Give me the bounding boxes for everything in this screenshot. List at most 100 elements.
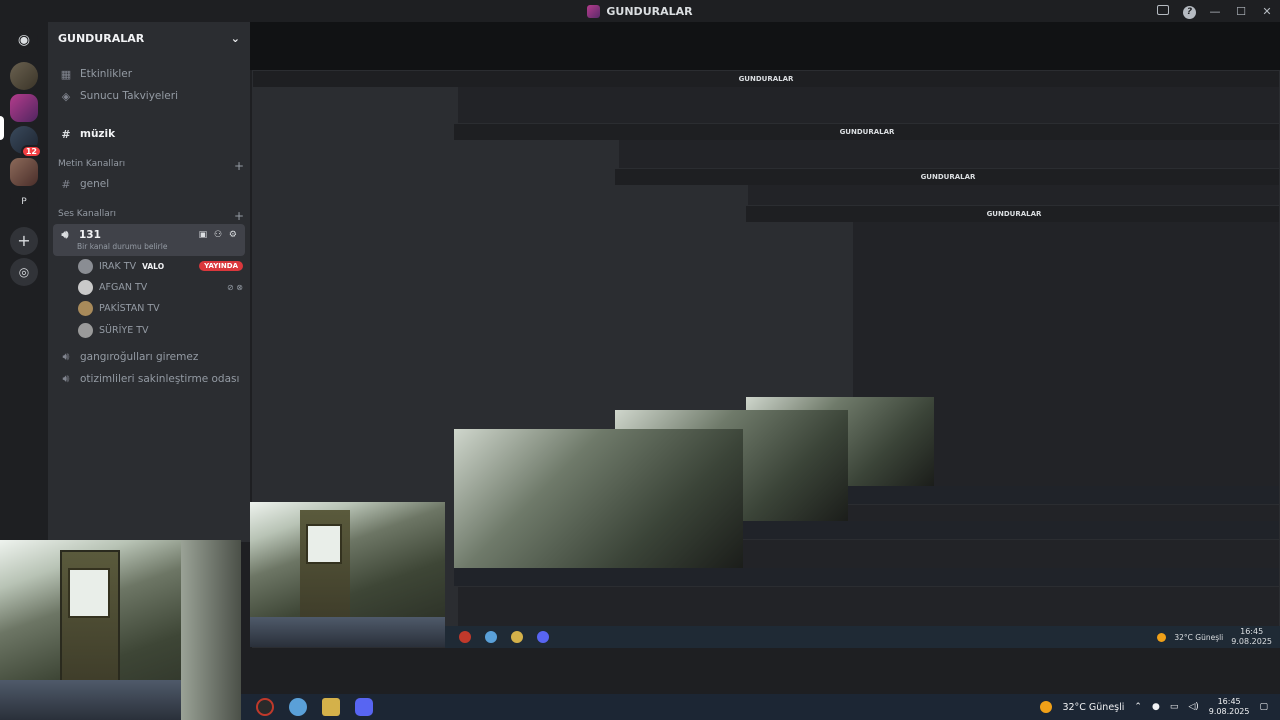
- activity-label: VALO: [142, 261, 165, 271]
- floor: [250, 617, 445, 647]
- voice-channel[interactable]: 🔊︎ otizimlileri sakinleştirme odası: [54, 369, 244, 389]
- voice-channel-131[interactable]: 🔊︎ 131 ▣ ⚇ ⚙ Bir kanal durumu belirle: [53, 224, 245, 256]
- main-area-top: [250, 22, 1280, 70]
- app-icon: [485, 631, 497, 643]
- microphone-icon[interactable]: ●: [1152, 702, 1160, 712]
- window: [306, 524, 342, 564]
- channel-label: müzik: [80, 128, 116, 140]
- avatar: [78, 258, 93, 274]
- server-icon: [587, 4, 601, 18]
- boost-icon: ◈: [61, 89, 71, 103]
- voice-member[interactable]: IRAK TV VALO YAYINDA: [78, 256, 243, 276]
- minimize-button[interactable]: —: [1202, 5, 1228, 18]
- nested-date: 9.08.2025: [1231, 637, 1272, 646]
- channel-genel[interactable]: # genel: [54, 174, 244, 194]
- stream-recursion-2: GUNDURALAR GUNDURALAR GUNDURALAR: [453, 123, 1279, 587]
- active-guild-indicator: [0, 116, 4, 140]
- inbox-icon[interactable]: [1150, 4, 1176, 18]
- plus-icon[interactable]: +: [234, 209, 244, 223]
- speaker-icon: 🔊︎: [61, 228, 69, 241]
- nested-time: 16:45: [1240, 627, 1264, 636]
- voice-member[interactable]: AFGAN TV ⊘ ⊗: [78, 277, 243, 297]
- date: 9.08.2025: [1208, 707, 1250, 716]
- sidebar-item-server-boosts[interactable]: ◈ Sunucu Takviyeleri: [54, 86, 244, 106]
- category-text-channels[interactable]: Metin Kanalları +: [58, 159, 244, 173]
- nested-title-bar: GUNDURALAR: [746, 206, 1279, 222]
- guild-avatar[interactable]: [10, 62, 38, 90]
- hash-icon: #: [61, 127, 71, 141]
- network-icon[interactable]: ▭: [1170, 702, 1179, 712]
- nested-tray: 32°C Güneşli 16:45 9.08.2025: [1157, 627, 1280, 647]
- maximize-button[interactable]: ☐: [1228, 5, 1254, 18]
- sidebar-item-label: Etkinlikler: [80, 68, 133, 80]
- category-label: Ses Kanalları: [58, 209, 116, 219]
- muted-deafened-icon: ⊘ ⊗: [227, 282, 243, 292]
- nested-weather: 32°C Güneşli: [1174, 632, 1224, 642]
- member-name: IRAK TV: [99, 260, 137, 272]
- speaker-icon: 🔊︎: [62, 372, 70, 385]
- channel-sidebar: GUNDURALAR ⌄ ▦ Etkinlikler ◈ Sunucu Takv…: [48, 22, 250, 542]
- camera-feed: [0, 540, 241, 720]
- nested-clock: 16:45 9.08.2025: [1231, 627, 1272, 647]
- channel-label: 131: [79, 229, 101, 241]
- app-icon: [511, 631, 523, 643]
- window-controls: ? — ☐ ✕: [1150, 0, 1280, 22]
- avatar: [78, 300, 93, 316]
- sun-icon: [1157, 632, 1167, 642]
- close-button[interactable]: ✕: [1254, 5, 1280, 18]
- server-header[interactable]: GUNDURALAR ⌄: [48, 22, 250, 54]
- channel-label: genel: [80, 178, 110, 190]
- guild-avatar-gunduralar[interactable]: [10, 94, 38, 122]
- member-name: SÜRİYE TV: [99, 324, 149, 336]
- camera-feed-secondary: [250, 502, 445, 647]
- app-icon[interactable]: [289, 698, 307, 716]
- nested-camera-feed: [454, 429, 744, 568]
- system-tray: 32°C Güneşli ⌃ ● ▭ ◁) 16:45 9.08.2025 ▢: [1040, 697, 1280, 717]
- guild-avatar[interactable]: [10, 158, 38, 186]
- chrome-icon[interactable]: [256, 698, 274, 716]
- channel-muzik[interactable]: # müzik: [54, 124, 244, 144]
- channel-label: gangıroğulları giremez: [80, 351, 199, 363]
- hash-icon: #: [61, 177, 71, 191]
- nested-title-bar: GUNDURALAR: [615, 169, 1279, 185]
- compass-icon[interactable]: ◎: [10, 258, 38, 286]
- volume-icon[interactable]: ◁): [1188, 702, 1198, 712]
- plus-icon[interactable]: +: [10, 227, 38, 255]
- member-name: AFGAN TV: [99, 281, 148, 293]
- voice-channel-actions[interactable]: ▣ ⚇ ⚙: [199, 230, 239, 240]
- unread-badge: 12: [20, 145, 42, 158]
- guild-avatar[interactable]: 12: [10, 126, 42, 158]
- calendar-icon: ▦: [60, 67, 72, 81]
- window-title-text: GUNDURALAR: [606, 4, 693, 18]
- voice-channel[interactable]: 🔊︎ gangıroğulları giremez: [54, 347, 244, 367]
- channel-status[interactable]: Bir kanal durumu belirle: [77, 242, 167, 251]
- discord-logo-icon[interactable]: ◉: [10, 26, 38, 54]
- clock[interactable]: 16:45 9.08.2025: [1209, 697, 1250, 717]
- notification-icon[interactable]: ▢: [1259, 702, 1268, 712]
- discord-taskbar-icon[interactable]: [355, 698, 373, 716]
- category-voice-channels[interactable]: Ses Kanalları +: [58, 209, 244, 223]
- weather-text[interactable]: 32°C Güneşli: [1062, 702, 1124, 713]
- app-icon[interactable]: [322, 698, 340, 716]
- sun-icon: [1040, 701, 1053, 713]
- window-title: GUNDURALAR: [587, 4, 693, 18]
- live-badge: YAYINDA: [199, 261, 243, 271]
- voice-member[interactable]: SÜRİYE TV: [78, 320, 243, 340]
- guild-letter[interactable]: P: [10, 188, 38, 216]
- nested-title-bar: GUNDURALAR: [253, 71, 1279, 87]
- voice-member[interactable]: PAKİSTAN TV: [78, 298, 243, 318]
- app-icon: [537, 631, 549, 643]
- plus-icon[interactable]: +: [234, 159, 244, 173]
- chevron-up-icon[interactable]: ⌃: [1134, 702, 1142, 712]
- window: [68, 568, 110, 618]
- nested-taskbar: [454, 568, 1279, 586]
- avatar: [78, 322, 93, 338]
- member-name: PAKİSTAN TV: [99, 302, 160, 314]
- help-icon[interactable]: ?: [1176, 4, 1202, 19]
- chevron-down-icon: ⌄: [230, 31, 240, 45]
- nested-title-bar: GUNDURALAR: [454, 124, 1279, 140]
- channel-label: otizimlileri sakinleştirme odası: [80, 373, 240, 385]
- sidebar-item-events[interactable]: ▦ Etkinlikler: [54, 64, 244, 84]
- category-label: Metin Kanalları: [58, 159, 126, 169]
- nested-taskbar-main: 32°C Güneşli 16:45 9.08.2025: [445, 626, 1280, 648]
